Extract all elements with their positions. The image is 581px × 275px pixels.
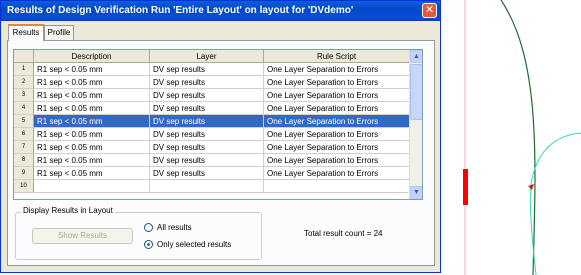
total-result-count: Total result count = 24: [304, 229, 383, 238]
close-button[interactable]: ✕: [422, 3, 437, 18]
cell-layer: DV sep results: [150, 141, 264, 154]
cell-description: R1 sep < 0.05 mm: [34, 167, 150, 180]
dark-green-arc: [500, 0, 536, 275]
group-label: Display Results in Layout: [21, 206, 115, 215]
row-number: 5: [14, 115, 34, 128]
table-row[interactable]: 5 R1 sep < 0.05 mm DV sep results One Layer…: [14, 115, 410, 128]
results-grid[interactable]: Description Layer Rule Script 1 R1 sep < …: [13, 49, 423, 200]
row-number: 9: [14, 167, 34, 180]
cell-rule-script: One Layer Separation to Errors: [264, 76, 410, 89]
cell-layer: DV sep results: [150, 102, 264, 115]
scroll-thumb[interactable]: [410, 64, 422, 120]
layout-graphic: [463, 0, 581, 275]
cell-description: R1 sep < 0.05 mm: [34, 89, 150, 102]
tab-profile[interactable]: Profile: [44, 25, 74, 40]
cell-description: [34, 180, 150, 193]
window-title: Results of Design Verification Run 'Enti…: [7, 5, 354, 16]
grid-header: Description Layer Rule Script: [14, 50, 410, 63]
table-row[interactable]: 6 R1 sep < 0.05 mm DV sep results One Layer…: [14, 128, 410, 141]
cell-description: R1 sep < 0.05 mm: [34, 115, 150, 128]
row-number: 10: [14, 180, 34, 193]
title-bar[interactable]: Results of Design Verification Run 'Enti…: [1, 1, 440, 21]
cell-rule-script: [264, 180, 410, 193]
cell-layer: DV sep results: [150, 128, 264, 141]
row-number: 8: [14, 154, 34, 167]
cyan-arc: [529, 132, 581, 275]
cell-rule-script: One Layer Separation to Errors: [264, 128, 410, 141]
cell-layer: DV sep results: [150, 154, 264, 167]
cell-description: R1 sep < 0.05 mm: [34, 154, 150, 167]
cell-rule-script: One Layer Separation to Errors: [264, 167, 410, 180]
red-marker: [463, 169, 468, 205]
cell-layer: DV sep results: [150, 76, 264, 89]
table-row[interactable]: 10: [14, 180, 410, 193]
column-header-layer[interactable]: Layer: [150, 50, 264, 63]
cell-rule-script: One Layer Separation to Errors: [264, 63, 410, 76]
cell-description: R1 sep < 0.05 mm: [34, 76, 150, 89]
radio-selected-dot: [147, 243, 150, 246]
row-number: 3: [14, 89, 34, 102]
table-row[interactable]: 9 R1 sep < 0.05 mm DV sep results One Layer…: [14, 167, 410, 180]
tab-results[interactable]: Results: [8, 24, 44, 41]
cell-layer: DV sep results: [150, 89, 264, 102]
header-corner: [14, 50, 34, 63]
scroll-up-icon[interactable]: ▲: [410, 50, 422, 63]
cell-layer: DV sep results: [150, 115, 264, 128]
cell-rule-script: One Layer Separation to Errors: [264, 102, 410, 115]
row-number: 4: [14, 102, 34, 115]
cell-description: R1 sep < 0.05 mm: [34, 141, 150, 154]
cell-layer: DV sep results: [150, 63, 264, 76]
all-results-radio[interactable]: [144, 223, 153, 232]
row-number: 2: [14, 76, 34, 89]
cell-rule-script: One Layer Separation to Errors: [264, 141, 410, 154]
table-row[interactable]: 8 R1 sep < 0.05 mm DV sep results One Layer…: [14, 154, 410, 167]
row-number: 6: [14, 128, 34, 141]
show-results-button[interactable]: Show Results: [32, 228, 133, 244]
column-header-description[interactable]: Description: [34, 50, 150, 63]
table-row[interactable]: 7 R1 sep < 0.05 mm DV sep results One Layer…: [14, 141, 410, 154]
column-header-rule-script[interactable]: Rule Script: [264, 50, 410, 63]
cell-rule-script: One Layer Separation to Errors: [264, 89, 410, 102]
table-row[interactable]: 3 R1 sep < 0.05 mm DV sep results One Layer…: [14, 89, 410, 102]
cell-rule-script: One Layer Separation to Errors: [264, 154, 410, 167]
cell-layer: [150, 180, 264, 193]
cell-description: R1 sep < 0.05 mm: [34, 102, 150, 115]
cell-layer: DV sep results: [150, 167, 264, 180]
cell-description: R1 sep < 0.05 mm: [34, 128, 150, 141]
table-row[interactable]: 1 R1 sep < 0.05 mm DV sep results One Layer…: [14, 63, 410, 76]
row-number: 7: [14, 141, 34, 154]
all-results-label[interactable]: All results: [157, 223, 192, 232]
cell-description: R1 sep < 0.05 mm: [34, 63, 150, 76]
table-row[interactable]: 2 R1 sep < 0.05 mm DV sep results One Layer…: [14, 76, 410, 89]
vertical-scrollbar[interactable]: ▲ ▼: [409, 50, 422, 199]
scroll-down-icon[interactable]: ▼: [410, 186, 422, 199]
table-row[interactable]: 4 R1 sep < 0.05 mm DV sep results One Layer…: [14, 102, 410, 115]
only-selected-label[interactable]: Only selected results: [157, 240, 231, 249]
cell-rule-script: One Layer Separation to Errors: [264, 115, 410, 128]
row-number: 1: [14, 63, 34, 76]
only-selected-radio[interactable]: [144, 240, 153, 249]
